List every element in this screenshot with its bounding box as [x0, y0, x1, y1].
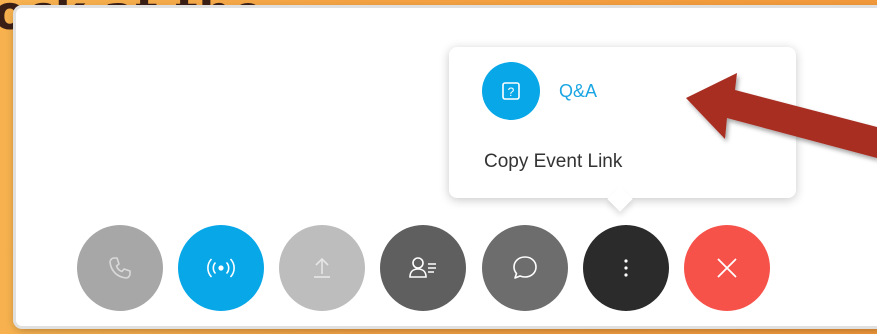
phone-icon	[109, 257, 131, 279]
share-button[interactable]	[279, 225, 365, 311]
more-options-button[interactable]	[583, 225, 669, 311]
broadcast-button[interactable]	[178, 225, 264, 311]
more-vertical-icon	[624, 259, 628, 277]
qa-icon-circle: ?	[482, 62, 540, 120]
broadcast-icon	[207, 258, 235, 278]
question-icon: ?	[502, 82, 520, 100]
svg-text:?: ?	[508, 85, 515, 99]
menu-item-qa-label: Q&A	[559, 80, 598, 101]
upload-icon	[314, 257, 330, 278]
menu-item-copy-event-link[interactable]: Copy Event Link	[484, 151, 622, 173]
participants-button[interactable]	[380, 225, 466, 311]
close-icon	[717, 258, 737, 278]
phone-button[interactable]	[77, 225, 163, 311]
menu-item-qa[interactable]: ? Q&A	[482, 61, 597, 121]
chat-button[interactable]	[482, 225, 568, 311]
more-options-menu: ? Q&A Copy Event Link	[449, 47, 796, 198]
participants-icon	[409, 257, 436, 278]
chat-icon	[513, 256, 537, 279]
leave-button[interactable]	[684, 225, 770, 311]
